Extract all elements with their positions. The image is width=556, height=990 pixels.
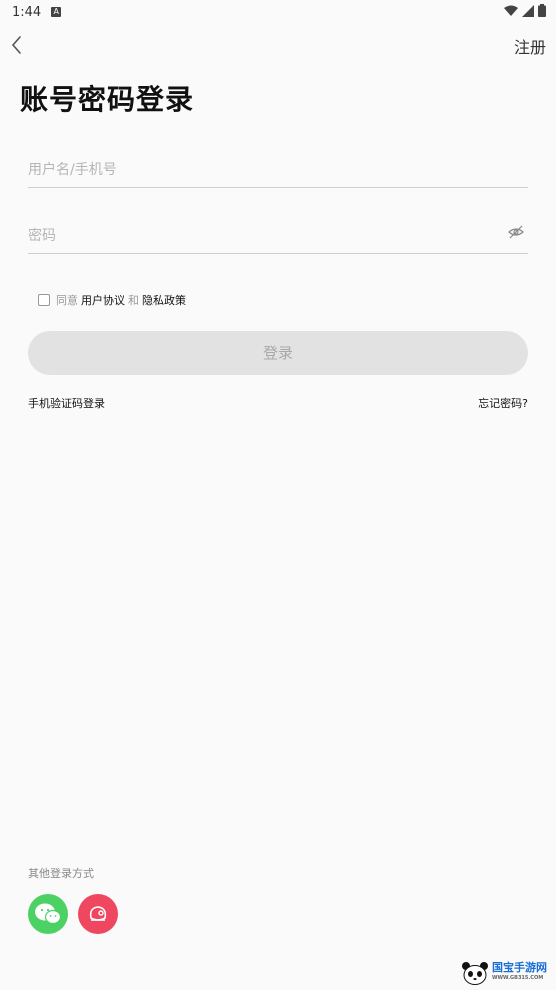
wechat-login-button[interactable] <box>28 894 68 934</box>
panda-logo-icon <box>462 962 488 985</box>
login-button[interactable]: 登录 <box>28 331 528 375</box>
status-bar: 1:44 A <box>0 0 556 24</box>
username-field <box>28 152 528 188</box>
sms-login-link[interactable]: 手机验证码登录 <box>28 395 105 411</box>
privacy-policy-link[interactable]: 隐私政策 <box>142 292 186 308</box>
status-icons <box>504 4 546 17</box>
signal-icon <box>522 4 534 17</box>
register-button[interactable]: 注册 <box>514 34 546 58</box>
other-login-title: 其他登录方式 <box>28 867 94 880</box>
agree-checkbox[interactable] <box>38 294 50 306</box>
watermark: 国宝手游网 WWW.GB315.COM <box>460 958 550 988</box>
back-arrow-icon[interactable] <box>6 32 28 58</box>
agree-and: 和 <box>128 294 139 307</box>
wifi-icon <box>504 5 518 16</box>
eye-closed-icon[interactable] <box>508 224 524 240</box>
agreement-row: 同意 用户协议 和 隐私政策 <box>38 292 189 308</box>
agree-prefix: 同意 <box>56 294 78 307</box>
battery-icon <box>538 4 546 17</box>
watermark-url: WWW.GB315.COM <box>492 975 544 981</box>
watermark-text: 国宝手游网 WWW.GB315.COM <box>492 962 547 984</box>
wechat-icon <box>35 903 62 925</box>
password-input[interactable] <box>28 218 528 253</box>
password-field <box>28 218 528 254</box>
status-time: 1:44 <box>12 4 42 20</box>
top-bar: 注册 <box>0 30 556 60</box>
notification-icon: A <box>51 7 62 17</box>
page-title: 账号密码登录 <box>20 83 195 116</box>
user-agreement-link[interactable]: 用户协议 <box>81 292 125 308</box>
weibo-login-button[interactable] <box>78 894 118 934</box>
weibo-icon <box>89 906 107 921</box>
username-input[interactable] <box>28 152 528 187</box>
forgot-password-link[interactable]: 忘记密码? <box>478 395 528 411</box>
